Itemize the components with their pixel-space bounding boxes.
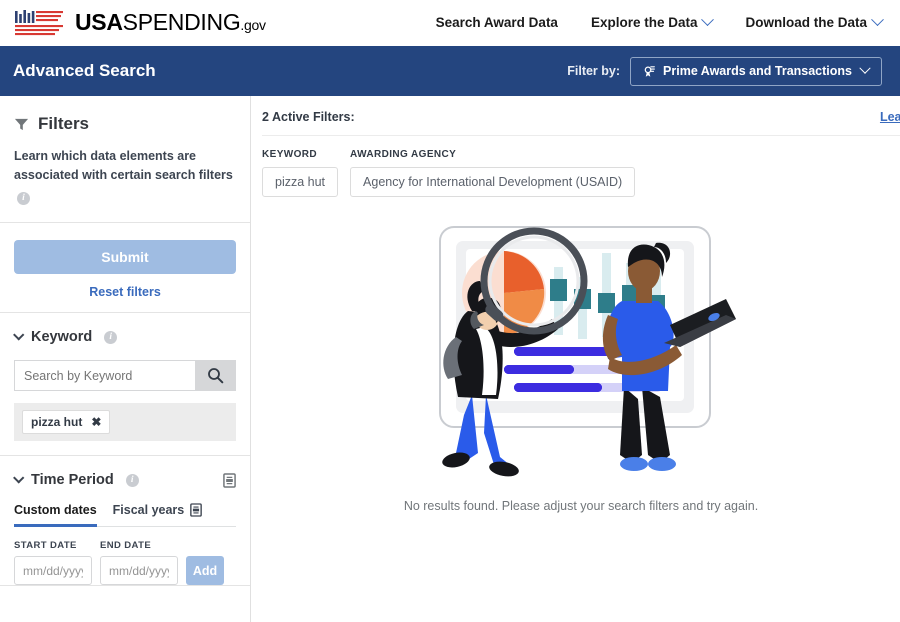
- empty-state-message: No results found. Please adjust your sea…: [403, 499, 759, 513]
- main-content: 2 Active Filters: Learn KEYWORD pizza hu…: [251, 96, 900, 622]
- time-period-accordion-header[interactable]: Time Period i: [13, 456, 236, 503]
- nav-label: Download the Data: [745, 15, 867, 30]
- end-date-group: END DATE: [100, 540, 178, 586]
- brand-wordmark: USASPENDING.gov: [75, 11, 266, 34]
- keyword-filter-section: Keyword i pizza hut ✖: [0, 313, 250, 457]
- nav-label: Explore the Data: [590, 15, 698, 30]
- filters-intro-section: Filters Learn which data elements are as…: [0, 96, 250, 224]
- time-period-accordion-title: Time Period: [31, 472, 114, 489]
- keyword-tag[interactable]: pizza hut ✖: [22, 410, 111, 435]
- chevron-down-icon: [701, 13, 715, 27]
- active-filter-group-label: AWARDING AGENCY: [350, 149, 457, 160]
- info-icon[interactable]: i: [17, 191, 30, 205]
- start-date-label: START DATE: [14, 540, 77, 552]
- nav-label: Search Award Data: [435, 15, 558, 30]
- tab-fiscal-years[interactable]: Fiscal years: [113, 503, 203, 527]
- keyword-tag-label: pizza hut: [31, 415, 83, 430]
- time-period-filter-section: Time Period i Custom dates Fiscal years: [0, 456, 250, 587]
- search-input[interactable]: [14, 360, 195, 392]
- award-type-label: Prime Awards and Transactions: [663, 64, 852, 78]
- chevron-down-icon: [13, 329, 25, 341]
- page-title: Advanced Search: [13, 61, 156, 80]
- chevron-down-icon: [13, 472, 25, 484]
- award-ribbon-icon: [644, 65, 655, 77]
- active-filter-group-label: KEYWORD: [262, 149, 318, 160]
- keyword-accordion-header[interactable]: Keyword i: [13, 313, 236, 360]
- active-filters-header: 2 Active Filters:: [262, 110, 900, 124]
- award-type-dropdown[interactable]: Prime Awards and Transactions: [630, 56, 882, 86]
- tab-label: Fiscal years: [112, 503, 185, 518]
- brand-spending: SPENDING: [122, 9, 241, 35]
- primary-nav-links: Search Award Data Explore the Data Downl…: [436, 13, 900, 30]
- tab-custom-dates[interactable]: Custom dates: [14, 503, 97, 528]
- search-submit-button[interactable]: [195, 360, 236, 392]
- filters-actions: Submit Reset filters: [0, 223, 250, 314]
- site-logo[interactable]: USASPENDING.gov: [14, 9, 266, 37]
- filter-by-control: Filter by: Prime Awards and Transactions: [567, 56, 882, 86]
- book-icon[interactable]: [190, 503, 203, 517]
- page-header-bar: Advanced Search Filter by: Prime Awards …: [0, 46, 900, 96]
- learn-more-link[interactable]: Learn: [880, 110, 900, 124]
- keyword-tag-tray: pizza hut ✖: [14, 403, 236, 442]
- active-filter-group-keyword: KEYWORD pizza hut: [262, 149, 339, 197]
- end-date-label: END DATE: [100, 540, 152, 552]
- top-navigation-bar: USASPENDING.gov Search Award Data Explor…: [0, 0, 900, 46]
- info-icon[interactable]: i: [125, 473, 139, 487]
- start-date-group: START DATE: [14, 540, 92, 586]
- active-filter-group-awarding-agency: AWARDING AGENCY Agency for International…: [350, 149, 636, 197]
- start-date-input[interactable]: [14, 556, 92, 586]
- date-range-row: START DATE END DATE Add: [14, 540, 236, 586]
- page-body: Filters Learn which data elements are as…: [0, 96, 900, 622]
- end-date-input[interactable]: [100, 556, 178, 586]
- empty-state: No results found. Please adjust your sea…: [262, 219, 900, 513]
- submit-button[interactable]: Submit: [14, 240, 236, 275]
- filters-title: Filters: [38, 114, 90, 133]
- tab-label: Custom dates: [14, 503, 97, 518]
- filters-sidebar: Filters Learn which data elements are as…: [0, 96, 251, 622]
- magnifier-icon: [208, 368, 224, 384]
- filters-heading: Filters: [14, 96, 236, 134]
- chevron-down-icon: [871, 13, 884, 27]
- active-filter-chip[interactable]: Agency for International Development (US…: [350, 167, 636, 197]
- reset-filters-link[interactable]: Reset filters: [14, 285, 236, 299]
- nav-download-the-data[interactable]: Download the Data: [745, 13, 884, 30]
- keyword-accordion-title: Keyword: [31, 329, 93, 346]
- nav-search-award-data[interactable]: Search Award Data: [436, 15, 558, 30]
- active-filters-title: 2 Active Filters:: [262, 110, 355, 124]
- active-filter-chip[interactable]: pizza hut: [262, 167, 339, 197]
- time-period-tabs: Custom dates Fiscal years: [14, 503, 236, 528]
- chevron-down-icon: [859, 62, 871, 74]
- no-results-people-dashboard-illustration-icon: [439, 226, 736, 477]
- close-x-icon[interactable]: ✖: [91, 415, 101, 429]
- filters-description-text: Learn which data elements are associated…: [14, 149, 233, 183]
- add-date-range-button[interactable]: Add: [186, 556, 224, 586]
- book-icon[interactable]: [223, 472, 236, 488]
- usa-flag-barchart-logo-icon: [15, 9, 63, 35]
- brand-usa: USA: [75, 9, 123, 35]
- info-icon[interactable]: i: [104, 330, 118, 344]
- filters-description: Learn which data elements are associated…: [14, 147, 236, 222]
- funnel-icon: [14, 118, 29, 130]
- active-filter-groups: KEYWORD pizza hut AWARDING AGENCY Agency…: [262, 136, 900, 197]
- brand-gov: .gov: [240, 17, 266, 33]
- keyword-search-row: [14, 360, 236, 392]
- filter-by-label: Filter by:: [567, 64, 621, 78]
- nav-explore-the-data[interactable]: Explore the Data: [590, 13, 715, 30]
